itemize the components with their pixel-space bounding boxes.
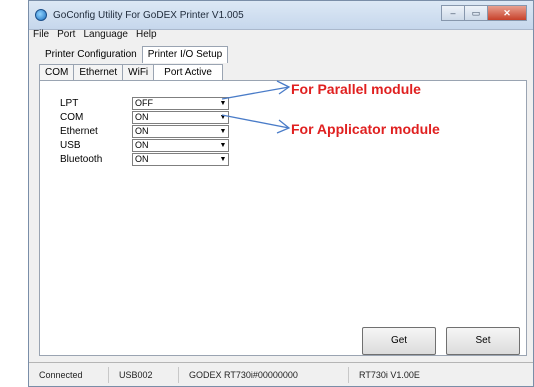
tab-printer-io-setup[interactable]: Printer I/O Setup: [141, 46, 229, 63]
menu-help[interactable]: Help: [132, 28, 161, 42]
port-row-bluetooth: Bluetooth ON ▼: [60, 152, 229, 166]
port-row-lpt: LPT OFF ▼: [60, 96, 229, 110]
status-connection: Connected: [29, 366, 109, 383]
status-bar: Connected USB002 GODEX RT730i#00000000 R…: [29, 362, 533, 386]
port-row-ethernet: Ethernet ON ▼: [60, 124, 229, 138]
menu-bar: File Port Language Help: [29, 28, 533, 42]
close-button[interactable]: ✕: [487, 5, 527, 21]
usb-select-value: ON: [135, 139, 149, 150]
port-row-com: COM ON ▼: [60, 110, 229, 124]
window-title: GoConfig Utility For GoDEX Printer V1.00…: [53, 10, 244, 21]
status-printer-id: GODEX RT730i#00000000: [179, 366, 349, 383]
annotation-applicator: For Applicator module: [291, 121, 440, 137]
port-label-bluetooth: Bluetooth: [60, 153, 103, 165]
menu-port[interactable]: Port: [53, 28, 79, 42]
bluetooth-select-value: ON: [135, 153, 149, 164]
maximize-button[interactable]: ▭: [464, 5, 488, 21]
com-select-value: ON: [135, 111, 149, 122]
port-label-usb: USB: [60, 139, 81, 151]
tab-port-active[interactable]: Port Active: [153, 64, 223, 81]
tab-wifi[interactable]: WiFi: [122, 64, 155, 81]
annotation-parallel: For Parallel module: [291, 81, 421, 97]
port-label-ethernet: Ethernet: [60, 125, 98, 137]
ethernet-select[interactable]: ON ▼: [132, 124, 229, 138]
window-controls: – ▭ ✕: [441, 5, 527, 21]
port-label-lpt: LPT: [60, 97, 79, 109]
get-button[interactable]: Get: [362, 327, 436, 355]
main-tabs: Printer Configuration Printer I/O Setup: [39, 46, 229, 63]
ethernet-select-value: ON: [135, 125, 149, 136]
status-firmware: RT730i V1.00E: [359, 369, 420, 380]
dropdown-arrow-icon: ▼: [219, 113, 227, 121]
com-select[interactable]: ON ▼: [132, 110, 229, 124]
dropdown-arrow-icon: ▼: [219, 127, 227, 135]
dropdown-arrow-icon: ▼: [219, 155, 227, 163]
minimize-button[interactable]: –: [441, 5, 465, 21]
set-button[interactable]: Set: [446, 327, 520, 355]
tab-printer-configuration[interactable]: Printer Configuration: [39, 46, 143, 63]
tab-com[interactable]: COM: [39, 64, 75, 81]
dropdown-arrow-icon: ▼: [219, 99, 227, 107]
status-port: USB002: [109, 366, 179, 383]
usb-select[interactable]: ON ▼: [132, 138, 229, 152]
menu-language[interactable]: Language: [79, 28, 132, 42]
menu-file[interactable]: File: [29, 28, 53, 42]
app-gear-icon: [35, 9, 47, 21]
port-active-panel: LPT OFF ▼ COM ON ▼ Ethernet ON ▼ USB ON: [39, 80, 527, 356]
tab-ethernet[interactable]: Ethernet: [73, 64, 124, 81]
port-label-com: COM: [60, 111, 84, 123]
lpt-select-value: OFF: [135, 97, 153, 108]
io-sub-tabs: COM Ethernet WiFi Port Active: [39, 64, 223, 81]
port-row-usb: USB ON ▼: [60, 138, 229, 152]
bluetooth-select[interactable]: ON ▼: [132, 152, 229, 166]
title-bar: GoConfig Utility For GoDEX Printer V1.00…: [29, 1, 533, 30]
dropdown-arrow-icon: ▼: [219, 141, 227, 149]
app-window: GoConfig Utility For GoDEX Printer V1.00…: [28, 0, 534, 387]
lpt-select[interactable]: OFF ▼: [132, 96, 229, 110]
